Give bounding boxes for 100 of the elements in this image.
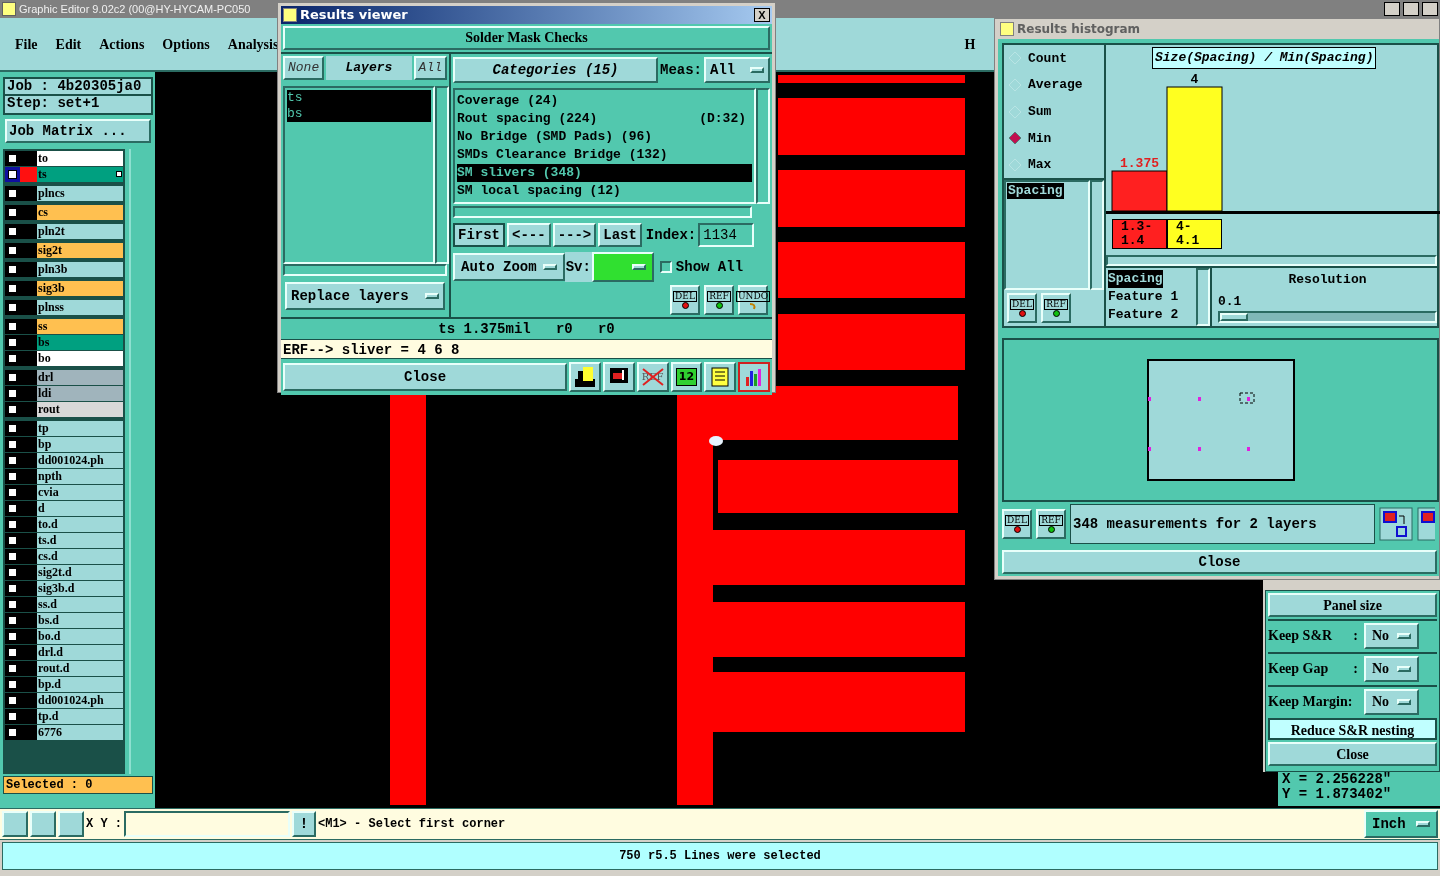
ref-button[interactable]: REF (1036, 509, 1066, 539)
scrollbar[interactable] (1090, 180, 1104, 290)
menu-item[interactable]: Options (162, 33, 210, 55)
panel-size-button[interactable]: Panel size (1268, 593, 1437, 617)
layer-name[interactable]: tp.d (37, 709, 123, 724)
xy-field[interactable] (124, 811, 290, 837)
layer-name[interactable]: dd001024.ph (37, 453, 123, 468)
layer-checkbox[interactable] (8, 303, 17, 312)
layer-checkbox[interactable] (8, 600, 17, 609)
layer-name[interactable]: tp (37, 421, 123, 436)
scrollbar[interactable] (453, 206, 752, 218)
menu-item[interactable]: Analysis (227, 33, 279, 55)
undo-button[interactable]: UNDO (738, 285, 768, 315)
radio-button[interactable] (1008, 131, 1022, 146)
layer-checkbox[interactable] (8, 284, 17, 293)
menu-item[interactable]: Actions (99, 33, 145, 55)
index-field[interactable]: 1134 (698, 223, 755, 247)
field-item[interactable]: Spacing (1108, 270, 1163, 288)
layer-name[interactable]: sig2t.d (37, 565, 123, 580)
layer-name[interactable]: drl (37, 370, 123, 385)
units-dropdown[interactable]: Inch (1364, 810, 1438, 838)
ref-button[interactable]: REF (1041, 293, 1071, 323)
replace-layers-dropdown[interactable]: Replace layers (285, 282, 445, 310)
close-button[interactable]: Close (283, 363, 568, 391)
field-item[interactable]: Feature 1 (1108, 288, 1179, 306)
layer-checkbox[interactable] (8, 616, 17, 625)
del-button[interactable]: DEL (670, 285, 700, 315)
layer-name[interactable]: dd001024.ph (37, 693, 123, 708)
categories-button[interactable]: Categories (15) (453, 57, 658, 83)
layer-checkbox[interactable] (8, 154, 17, 163)
del-button[interactable]: DEL (1007, 293, 1037, 323)
layer-checkbox[interactable] (8, 712, 17, 721)
layer-name[interactable]: ts.d (37, 533, 123, 548)
layer-checkbox[interactable] (8, 472, 17, 481)
layer-name[interactable]: bs.d (37, 613, 123, 628)
layer-checkbox[interactable] (8, 648, 17, 657)
menu-item[interactable]: H (964, 33, 976, 55)
layer-checkbox[interactable] (8, 338, 17, 347)
ref-button[interactable]: REF (704, 285, 734, 315)
layer-filter-button[interactable]: All (413, 56, 447, 80)
layer-checkbox[interactable] (8, 456, 17, 465)
layer-name[interactable]: sig3b (37, 281, 123, 296)
swap-icon[interactable] (1379, 507, 1413, 541)
sv-color-dropdown[interactable] (591, 252, 654, 282)
navigation-button[interactable]: First (453, 223, 505, 247)
scrollbar[interactable] (435, 86, 449, 264)
layer-name[interactable]: rout.d (37, 661, 123, 676)
layer-name[interactable]: rout (37, 402, 123, 417)
menu-item[interactable]: Edit (55, 33, 82, 55)
layer-filter-button[interactable]: None (283, 56, 325, 80)
category-item[interactable]: No Bridge (SMD Pads) (96) (457, 128, 752, 146)
close-icon[interactable] (1422, 2, 1438, 16)
auto-zoom-dropdown[interactable]: Auto Zoom (453, 253, 565, 281)
layer-name[interactable]: npth (37, 469, 123, 484)
layer-checkbox[interactable] (8, 536, 17, 545)
layer-name[interactable]: bo (37, 351, 123, 366)
layer-list-item[interactable]: bs (287, 106, 431, 122)
layer-checkbox[interactable] (8, 488, 17, 497)
layer-checkbox[interactable] (8, 389, 17, 398)
reduce-nesting-toggle[interactable]: Reduce S&R nesting (1268, 718, 1437, 740)
layer-name[interactable]: plnss (37, 300, 123, 315)
minimize-icon[interactable] (1384, 2, 1400, 16)
job-matrix-button[interactable]: Job Matrix ... (5, 119, 151, 143)
layer-name[interactable]: pln2t (37, 224, 123, 239)
resolution-scrollbar[interactable] (1218, 311, 1437, 323)
layer-checkbox[interactable] (8, 424, 17, 433)
swap-icon[interactable] (1417, 507, 1435, 541)
layer-name[interactable]: ss.d (37, 597, 123, 612)
layer-checkbox[interactable] (8, 520, 17, 529)
alert-button[interactable]: ! (292, 811, 316, 837)
layer-checkbox[interactable] (8, 405, 17, 414)
layer-name[interactable]: pln3b (37, 262, 123, 277)
category-item[interactable]: Coverage (24) (457, 92, 752, 110)
close-button[interactable]: X (754, 8, 770, 22)
option-dropdown[interactable]: No (1364, 622, 1419, 649)
scrollbar[interactable] (283, 264, 447, 276)
layer-name[interactable]: sig3b.d (37, 581, 123, 596)
layer-name[interactable]: plncs (37, 186, 123, 201)
layer-list-item[interactable]: ts (287, 90, 431, 106)
navigation-button[interactable]: <--- (507, 223, 551, 247)
option-dropdown[interactable]: No (1364, 688, 1419, 715)
layer-name[interactable]: ss (37, 319, 123, 334)
layer-name[interactable]: to.d (37, 517, 123, 532)
option-dropdown[interactable]: No (1364, 655, 1419, 682)
menu-item[interactable]: File (15, 33, 38, 55)
layer-name[interactable]: 6776 (37, 725, 123, 740)
layer-checkbox[interactable] (8, 322, 17, 331)
layer-checkbox[interactable] (8, 170, 17, 179)
layer-checkbox[interactable] (8, 354, 17, 363)
close-button[interactable]: Close (1268, 742, 1437, 766)
layer-checkbox[interactable] (8, 568, 17, 577)
scrollbar[interactable] (1196, 268, 1210, 326)
layer-name[interactable]: sig2t (37, 243, 123, 258)
restore-icon[interactable] (1403, 2, 1419, 16)
layer-checkbox[interactable] (8, 189, 17, 198)
layer-name[interactable]: bo.d (37, 629, 123, 644)
layer-name[interactable]: bp.d (37, 677, 123, 692)
layer-name[interactable]: to (37, 151, 123, 166)
layer-checkbox[interactable] (8, 440, 17, 449)
layer-name[interactable]: cvia (37, 485, 123, 500)
